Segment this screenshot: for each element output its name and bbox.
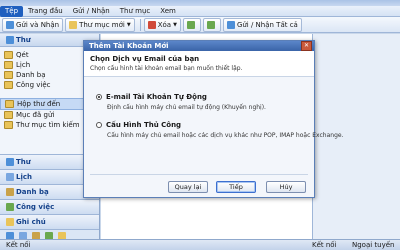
send-receive-all-label: Gửi / Nhận Tất cả: [236, 20, 298, 29]
send-receive-all-button[interactable]: Gửi / Nhận Tất cả: [222, 17, 302, 32]
menu-file[interactable]: Tệp: [0, 5, 24, 17]
dialog-header-subtitle: Chọn cấu hình tài khoản email bạn muốn t…: [90, 65, 243, 72]
nav-item-label: Công việc: [16, 81, 51, 89]
menu-home[interactable]: Trang đầu: [23, 6, 68, 17]
folder-icon: [4, 61, 13, 69]
section-label: Ghi chú: [16, 218, 46, 226]
option-auto-desc: Định cấu hình máy chủ email tự động (Khu…: [107, 104, 266, 111]
section-notes[interactable]: Ghi chú: [0, 214, 99, 229]
status-connection: Kết nối: [312, 241, 337, 249]
menu-send-receive[interactable]: Gửi / Nhận: [68, 6, 115, 17]
status-bar: Kết nối Kết nối Ngoại tuyến: [0, 239, 400, 250]
option-manual-label: Cấu Hình Thủ Công: [106, 121, 182, 129]
dialog-separator: [90, 174, 308, 175]
folder-icon: [4, 111, 13, 119]
nav-item-label: Hộp thư đến: [17, 100, 61, 108]
nav-item-label: Lịch: [16, 61, 31, 69]
option-auto-account[interactable]: E-mail Tài Khoản Tự Động Định cấu hình m…: [96, 93, 266, 111]
inbox-icon: [5, 100, 14, 108]
dialog-header-title: Chọn Dịch vụ Email của bạn: [90, 55, 200, 63]
calendar-icon: [6, 173, 14, 181]
folder-icon: [4, 81, 13, 89]
delete-button[interactable]: Xóa ▼: [143, 17, 181, 32]
option-manual-config[interactable]: Cấu Hình Thủ Công Cấu hình máy chủ email…: [96, 121, 344, 139]
nav-item-label: Thư mục tìm kiếm: [16, 121, 80, 129]
radio-manual-config[interactable]: [96, 122, 102, 128]
nav-pane-title: Thư: [16, 36, 31, 44]
down-arrow-icon: [206, 20, 215, 29]
menu-view[interactable]: Xem: [155, 6, 181, 17]
chevron-down-icon: ▼: [173, 21, 177, 28]
send-receive-label: Gửi và Nhận: [16, 20, 60, 29]
status-offline: Ngoại tuyến: [352, 241, 395, 249]
folder-icon: [69, 20, 78, 29]
delete-label: Xóa: [157, 20, 172, 29]
menu-bar: Tệp Trang đầu Gửi / Nhận Thư mục Xem: [0, 5, 400, 17]
section-tasks[interactable]: Công việc: [0, 199, 99, 214]
down-button[interactable]: [202, 17, 221, 32]
status-left: Kết nối: [6, 241, 31, 249]
close-icon[interactable]: ✕: [301, 41, 312, 51]
cancel-button[interactable]: Hủy: [266, 181, 306, 193]
add-account-dialog: Thêm Tài Khoản Mới ✕ Chọn Dịch vụ Email …: [83, 40, 344, 198]
new-folder-button[interactable]: Thư mục mới ▼: [65, 17, 135, 32]
next-button[interactable]: Tiếp: [216, 181, 256, 193]
option-auto-label: E-mail Tài Khoản Tự Động: [106, 93, 207, 101]
folder-icon: [4, 71, 13, 79]
send-receive-all-icon: [226, 20, 235, 29]
folder-icon: [4, 51, 13, 59]
new-folder-label: Thư mục mới: [79, 20, 125, 29]
up-button[interactable]: [182, 17, 201, 32]
mail-icon: [6, 158, 14, 166]
radio-auto-account[interactable]: [96, 94, 102, 100]
nav-item-label: Danh bạ: [16, 71, 46, 79]
mail-icon: [6, 36, 14, 44]
chevron-down-icon: ▼: [126, 21, 131, 28]
tasks-icon: [6, 203, 14, 211]
option-manual-desc: Cấu hình máy chủ email hoặc các dịch vụ …: [107, 132, 344, 139]
dialog-title: Thêm Tài Khoản Mới: [89, 42, 169, 50]
up-arrow-icon: [186, 20, 195, 29]
toolbar-separator: [139, 18, 141, 31]
send-receive-icon: [6, 20, 14, 29]
back-button[interactable]: Quay lại: [168, 181, 208, 193]
section-label: Thư: [16, 158, 31, 166]
dialog-header: Chọn Dịch vụ Email của bạn Chọn cấu hình…: [84, 51, 314, 77]
section-label: Danh bạ: [16, 188, 49, 196]
toolbar: Gửi và Nhận Thư mục mới ▼ Xóa ▼ Gửi / Nh…: [0, 17, 400, 33]
section-label: Công việc: [16, 203, 55, 211]
menu-folder[interactable]: Thư mục: [115, 6, 155, 17]
search-folder-icon: [4, 121, 13, 129]
section-label: Lịch: [16, 173, 32, 181]
nav-item-label: Qét: [16, 51, 29, 59]
notes-icon: [6, 218, 14, 226]
contacts-icon: [6, 188, 14, 196]
delete-icon: [147, 20, 156, 29]
send-receive-button[interactable]: Gửi và Nhận: [2, 17, 64, 32]
nav-item-label: Mục đã gửi: [16, 111, 55, 119]
dialog-titlebar: Thêm Tài Khoản Mới ✕: [84, 41, 314, 51]
